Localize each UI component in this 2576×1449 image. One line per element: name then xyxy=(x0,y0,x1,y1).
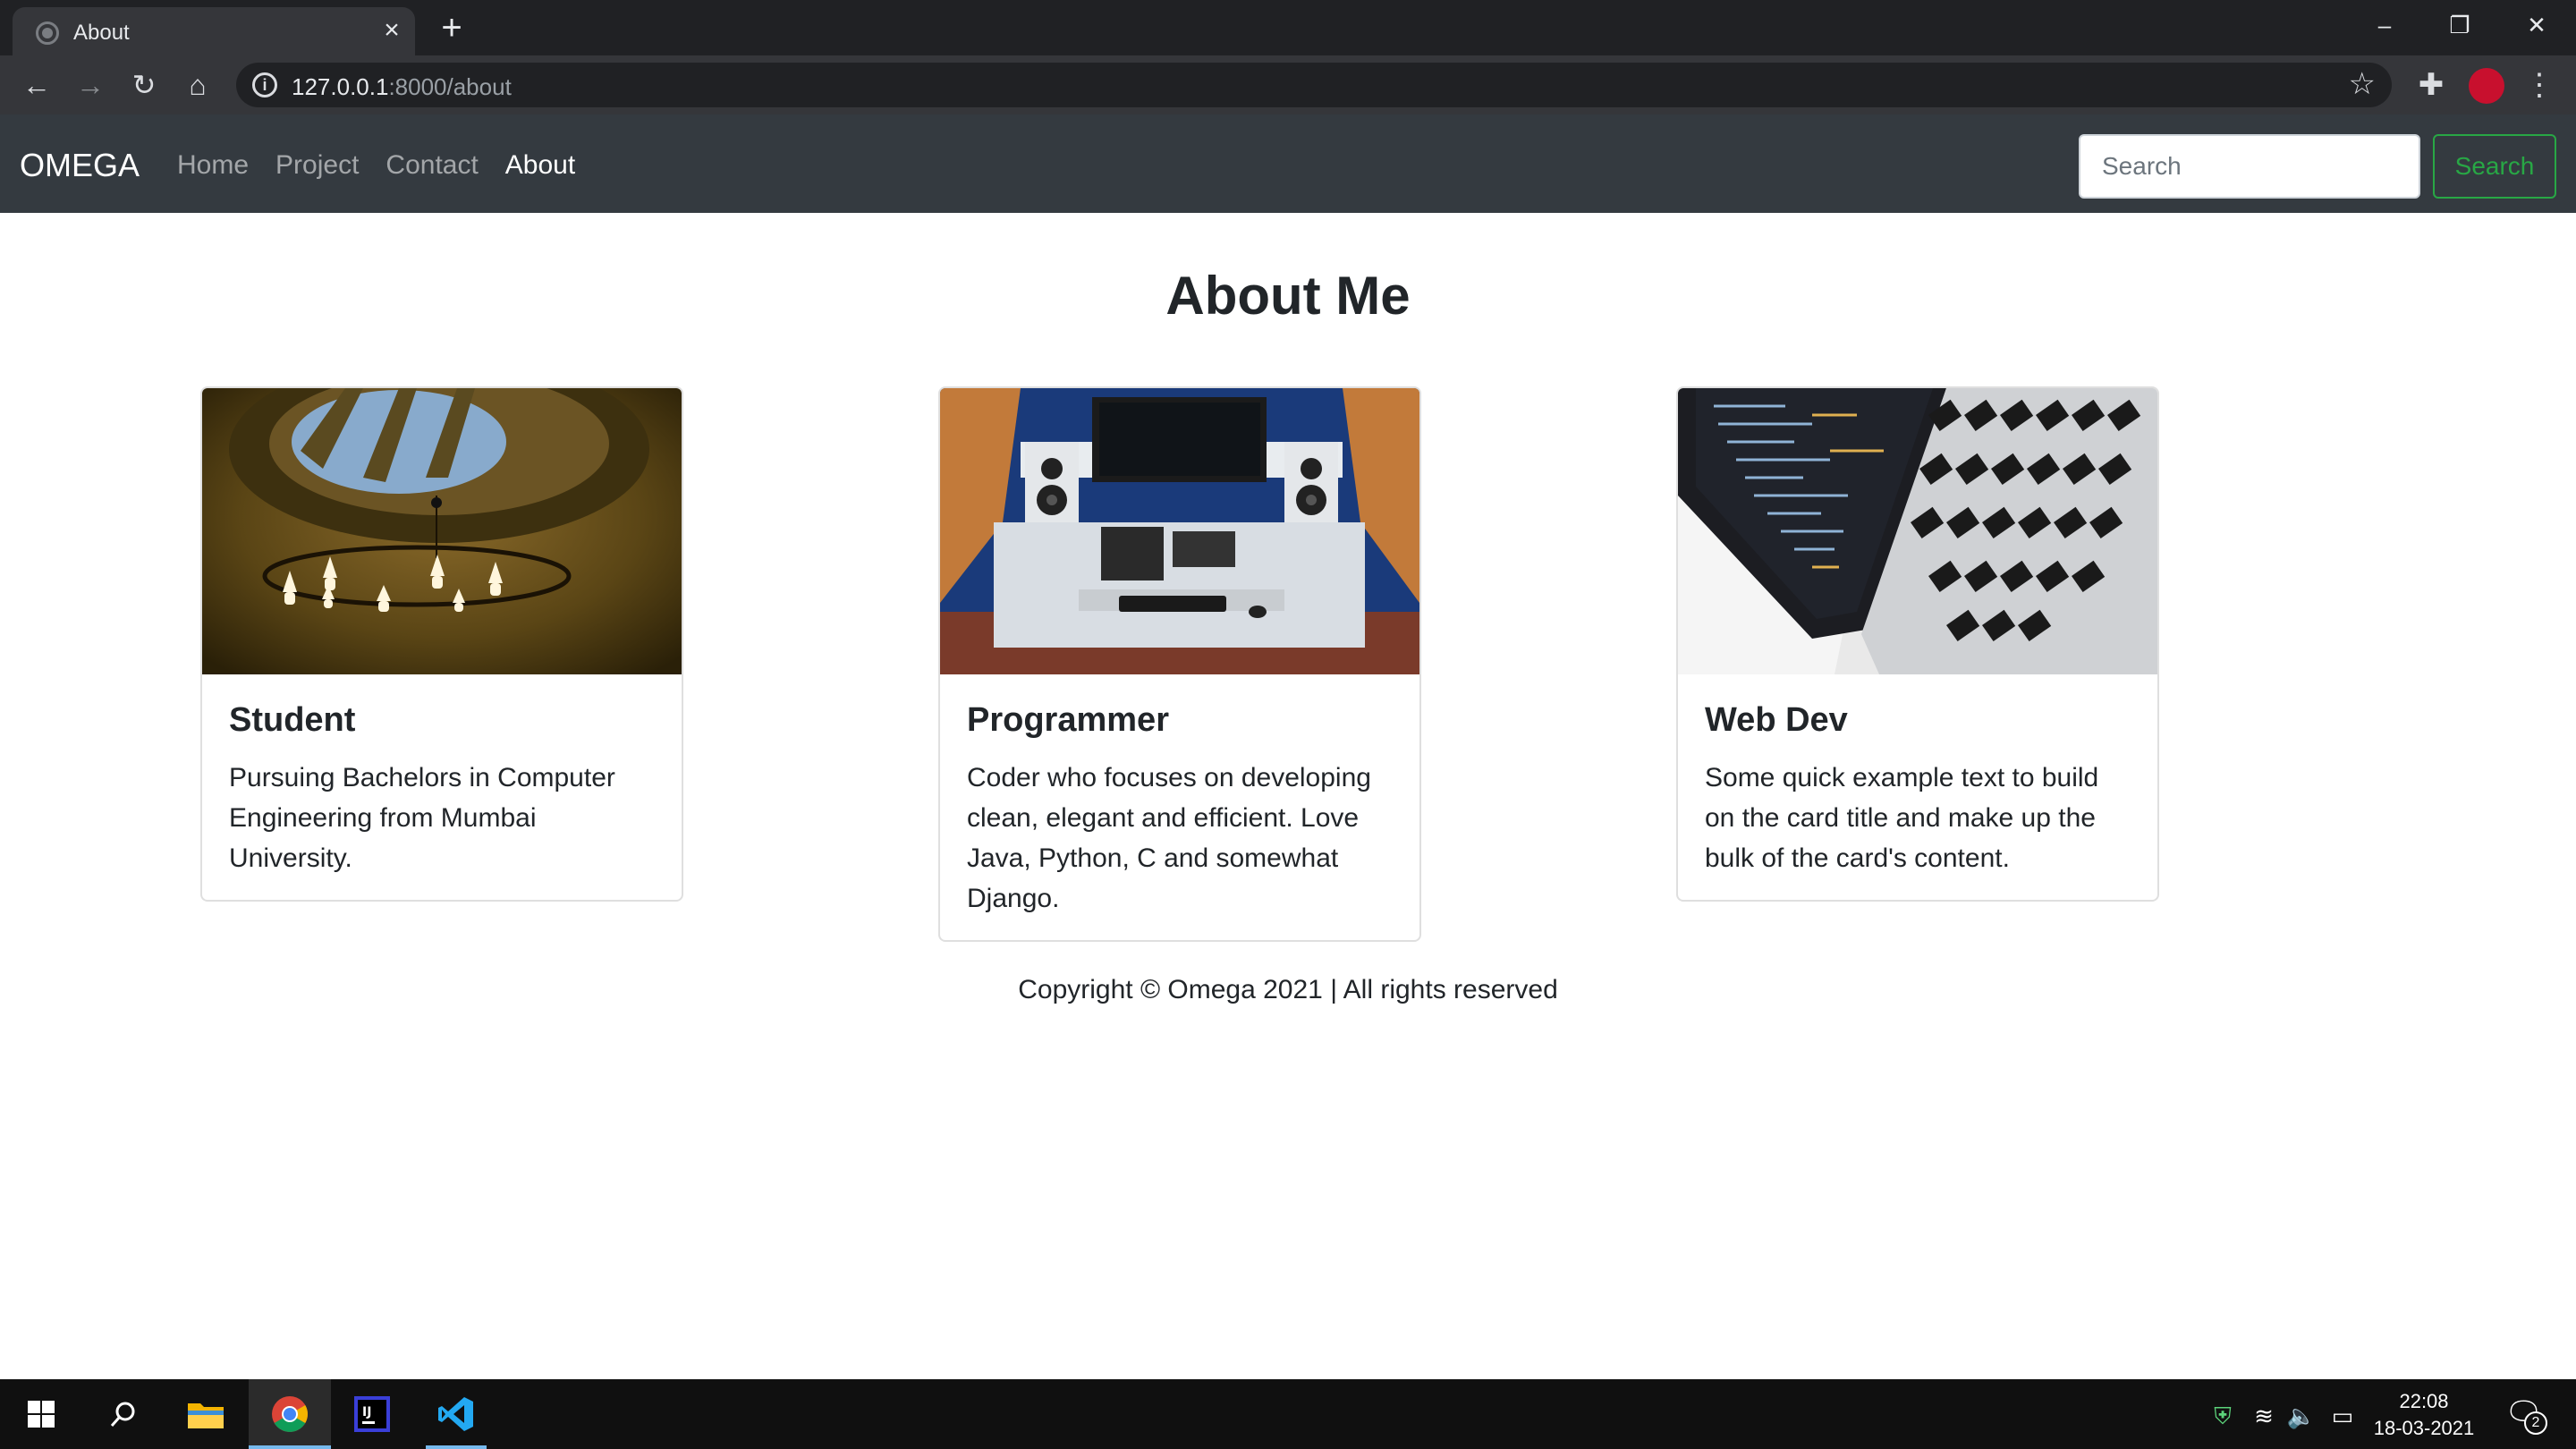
card-web-dev: Web Dev Some quick example text to build… xyxy=(1676,386,2159,902)
site-navbar: OMEGA Home Project Contact About Search xyxy=(0,114,2576,213)
bookmark-star-icon[interactable]: ☆ xyxy=(2349,66,2376,102)
card-text: Some quick example text to build on the … xyxy=(1705,763,2099,873)
search-button[interactable]: Search xyxy=(2433,134,2556,199)
card-body: Web Dev Some quick example text to build… xyxy=(1678,674,2157,900)
start-icon xyxy=(28,1401,55,1428)
site-info-icon[interactable]: i xyxy=(252,72,277,97)
card-text: Pursuing Bachelors in Computer Engineeri… xyxy=(229,763,615,873)
reload-icon[interactable]: ↻ xyxy=(123,64,165,106)
intellij-icon: IJ xyxy=(354,1396,390,1432)
url-text[interactable]: 127.0.0.1:8000/about xyxy=(292,73,512,101)
tab-title: About xyxy=(73,21,130,45)
volume-icon[interactable]: 🔈 xyxy=(2286,1401,2317,1431)
browser-menu-icon[interactable]: ⋮ xyxy=(2524,64,2555,106)
action-center-button[interactable]: 🗨 2 xyxy=(2504,1395,2547,1435)
forward-arrow-icon[interactable]: → xyxy=(70,64,111,106)
chrome-icon xyxy=(272,1396,308,1432)
nav-links: Home Project Contact About xyxy=(177,150,575,181)
search-input[interactable] xyxy=(2079,134,2420,199)
taskbar-vscode[interactable] xyxy=(415,1379,497,1449)
extensions-puzzle-icon[interactable]: ✚ xyxy=(2413,64,2449,106)
taskbar-search-button[interactable] xyxy=(82,1379,165,1449)
laptop-code-photo xyxy=(1678,388,2157,674)
profile-avatar[interactable] xyxy=(2469,68,2504,104)
url-host: 127.0.0.1 xyxy=(292,73,389,100)
card-title: Programmer xyxy=(967,701,1169,739)
svg-text:IJ: IJ xyxy=(362,1405,371,1419)
navbar-brand[interactable]: OMEGA xyxy=(20,147,140,184)
nav-link-home[interactable]: Home xyxy=(177,150,249,181)
address-bar[interactable]: i 127.0.0.1:8000/about ☆ xyxy=(236,63,2392,107)
system-clock[interactable]: 22:08 18-03-2021 xyxy=(2361,1388,2487,1442)
browser-tab[interactable]: About × xyxy=(13,7,415,55)
clock-date: 18-03-2021 xyxy=(2373,1417,2475,1439)
footer-copyright: Copyright © Omega 2021 | All rights rese… xyxy=(1018,975,1558,1004)
nav-link-about[interactable]: About xyxy=(505,150,575,181)
start-button[interactable] xyxy=(0,1379,82,1449)
ceiling-chandelier-photo xyxy=(202,388,682,674)
minimize-button[interactable]: – xyxy=(2358,7,2411,43)
taskbar-intellij[interactable]: IJ xyxy=(331,1379,413,1449)
card-programmer: Programmer Coder who focuses on developi… xyxy=(938,386,1421,942)
new-tab-button[interactable]: + xyxy=(435,10,469,46)
taskbar-file-explorer[interactable] xyxy=(165,1379,247,1449)
wifi-icon[interactable]: ≋ xyxy=(2249,1401,2279,1431)
close-tab-icon[interactable]: × xyxy=(377,16,406,45)
vscode-icon xyxy=(438,1397,473,1431)
browser-toolbar: ← → ↻ ⌂ i 127.0.0.1:8000/about ☆ xyxy=(0,55,2576,114)
battery-icon[interactable]: ▭ xyxy=(2327,1401,2358,1431)
studio-desk-photo xyxy=(940,388,1419,674)
back-arrow-icon[interactable]: ← xyxy=(16,64,57,106)
browser-tabstrip: About × + – ❐ ✕ xyxy=(0,0,2576,55)
card-body: Programmer Coder who focuses on developi… xyxy=(940,674,1419,940)
file-explorer-icon xyxy=(188,1403,224,1428)
taskbar-chrome[interactable] xyxy=(249,1379,331,1449)
card-body: Student Pursuing Bachelors in Computer E… xyxy=(202,674,682,900)
nav-link-contact[interactable]: Contact xyxy=(386,150,478,181)
window-close-button[interactable]: ✕ xyxy=(2510,7,2563,43)
restore-button[interactable]: ❐ xyxy=(2433,7,2487,43)
security-shield-icon[interactable]: ⛨ xyxy=(2207,1401,2238,1431)
card-student: Student Pursuing Bachelors in Computer E… xyxy=(200,386,683,902)
clock-time: 22:08 xyxy=(2399,1390,2449,1412)
taskbar: IJ ⛨ ≋ 🔈 ▭ 22:08 18-03-2021 🗨 2 xyxy=(0,1379,2576,1449)
card-title: Web Dev xyxy=(1705,701,1848,739)
card-title: Student xyxy=(229,701,356,739)
home-icon[interactable]: ⌂ xyxy=(177,64,218,106)
notification-count-badge: 2 xyxy=(2524,1411,2547,1435)
globe-icon xyxy=(36,21,59,45)
search-icon xyxy=(110,1402,135,1427)
nav-link-project[interactable]: Project xyxy=(275,150,359,181)
card-text: Coder who focuses on developing clean, e… xyxy=(967,763,1371,913)
url-path: :8000/about xyxy=(388,73,512,100)
page-title: About Me xyxy=(1165,266,1411,326)
